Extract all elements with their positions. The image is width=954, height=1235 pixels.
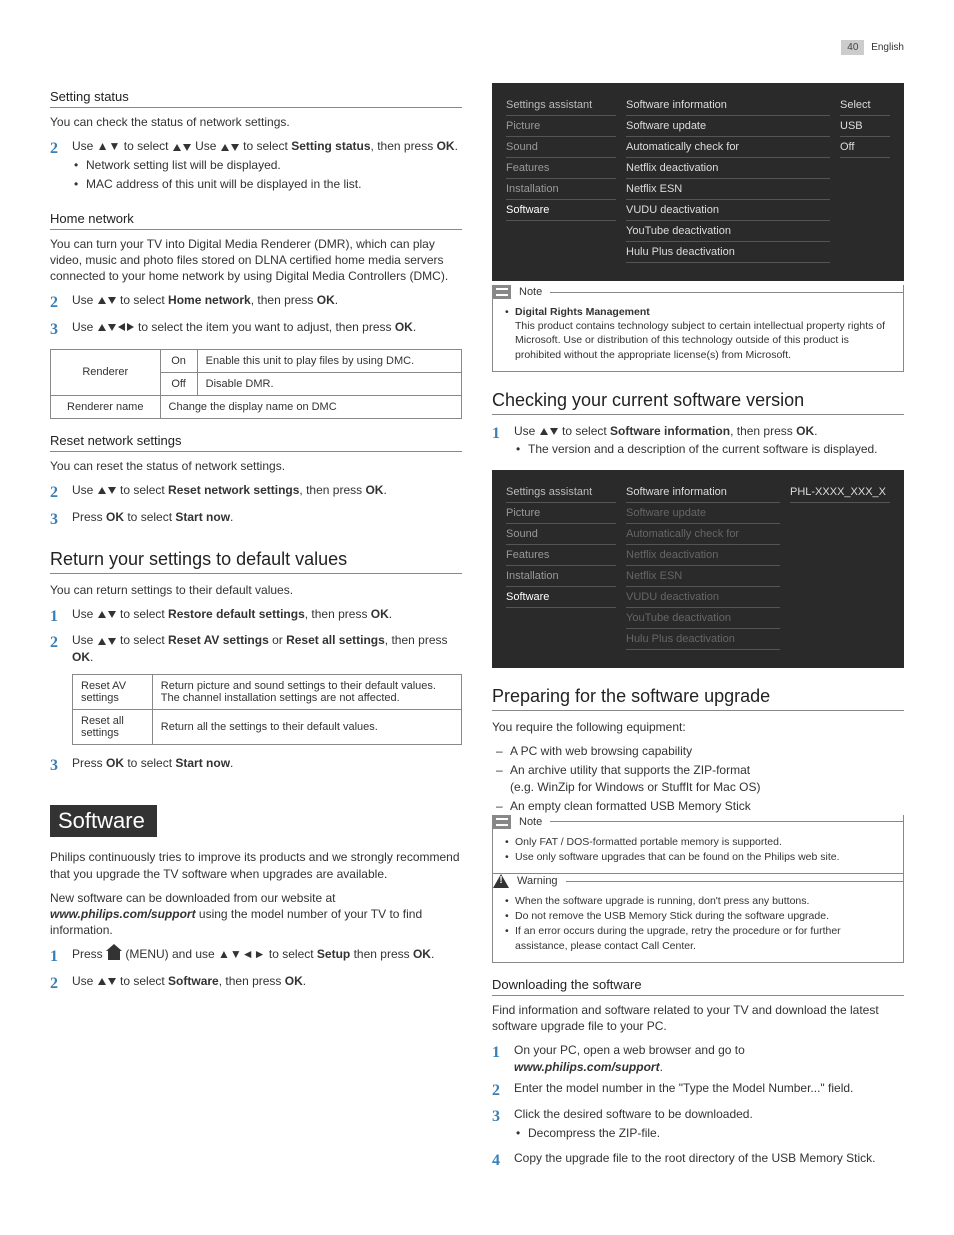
text: You require the following equipment: [492,719,904,735]
heading-reset-network: Reset network settings [50,433,462,452]
text: Philips continuously tries to improve it… [50,849,462,881]
text: Find information and software related to… [492,1002,904,1034]
step: 1 Use to select Restore default settings… [50,606,462,628]
step: 3 Use to select the item you want to adj… [50,319,462,341]
step: 3 Click the desired software to be downl… [492,1106,904,1146]
heading-downloading: Downloading the software [492,977,904,996]
heading-setting-status: Setting status [50,89,462,108]
step: 1 Use to select Software information, th… [492,423,904,463]
right-column: Settings assistant Picture Sound Feature… [492,75,904,1178]
step: 2 Use to select Reset network settings, … [50,482,462,504]
step: 4 Copy the upgrade file to the root dire… [492,1150,904,1172]
step: 2 Enter the model number in the "Type th… [492,1080,904,1102]
step: 3 Press OK to select Start now. [50,509,462,531]
page-header: 40 English [50,40,904,55]
text: You can check the status of network sett… [50,114,462,130]
heading-preparing-upgrade: Preparing for the software upgrade [492,686,904,711]
heading-home-network: Home network [50,211,462,230]
step: 1 On your PC, open a web browser and go … [492,1042,904,1076]
ui-menu-software-info: Settings assistant Picture Sound Feature… [492,470,904,668]
step: 1 Press (MENU) and use ▲▼◄► to select Se… [50,946,462,968]
heading-return-default: Return your settings to default values [50,549,462,574]
down-icon [183,144,191,151]
up-icon [173,144,181,151]
page-number: 40 [841,40,864,55]
bullet: Network setting list will be displayed. [72,157,462,174]
text: You can turn your TV into Digital Media … [50,236,462,285]
warning-icon [493,874,509,888]
left-column: Setting status You can check the status … [50,75,462,1178]
heading-check-software: Checking your current software version [492,390,904,415]
warning-upgrade: Warning When the software upgrade is run… [492,874,904,963]
note-fat: Note Only FAT / DOS-formatted portable m… [492,815,904,874]
text: New software can be downloaded from our … [50,890,462,939]
note-icon [493,815,511,829]
page-lang: English [871,42,904,53]
home-icon [108,950,120,960]
bullet: MAC address of this unit will be display… [72,176,462,193]
step: 2 Use to select Reset AV settings or Res… [50,632,462,666]
text: You can reset the status of network sett… [50,458,462,474]
equipment-list: A PC with web browsing capability An arc… [492,743,904,814]
step: 2 Use to select Home network, then press… [50,292,462,314]
ui-menu-software: Settings assistant Picture Sound Feature… [492,83,904,281]
step: 2 Use to select Software, then press OK. [50,973,462,995]
step: 3 Press OK to select Start now. [50,755,462,777]
table-reset: Reset AV settingsReturn picture and soun… [72,674,462,745]
text: You can return settings to their default… [50,582,462,598]
table-home-network: Renderer On Enable this unit to play fil… [50,349,462,419]
heading-software: Software [50,805,157,837]
note-drm: Note Digital Rights ManagementThis produ… [492,285,904,372]
note-icon [493,285,511,299]
step: 2 Use ▲▼ to select Use ▲▼ to select Use … [50,138,462,196]
